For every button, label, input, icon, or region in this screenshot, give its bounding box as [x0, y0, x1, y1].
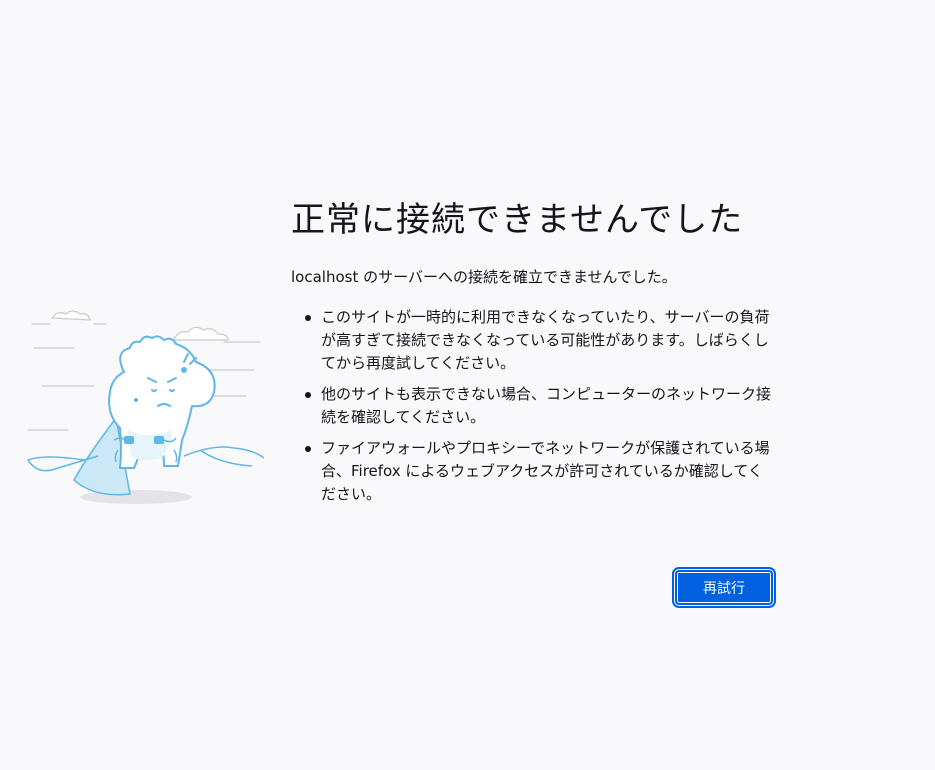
reasons-list: このサイトが一時的に利用できなくなっていたり、サーバーの負荷が高すぎて接続できな… — [291, 306, 775, 506]
error-page: 正常に接続できませんでした localhost のサーバーへの接続を確立できませ… — [0, 0, 935, 770]
retry-button[interactable]: 再試行 — [672, 567, 776, 608]
list-item: ファイアウォールやプロキシーでネットワークが保護されている場合、Firefox … — [305, 437, 775, 506]
error-content: 正常に接続できませんでした localhost のサーバーへの接続を確立できませ… — [291, 196, 775, 514]
disconnected-dino-icon — [24, 300, 265, 510]
page-title: 正常に接続できませんでした — [291, 200, 744, 240]
error-description: localhost のサーバーへの接続を確立できませんでした。 — [291, 268, 677, 286]
list-item: 他のサイトも表示できない場合、コンピューターのネットワーク接続を確認してください… — [305, 383, 775, 429]
list-item: このサイトが一時的に利用できなくなっていたり、サーバーの負荷が高すぎて接続できな… — [305, 306, 775, 375]
button-row: 再試行 — [672, 567, 776, 608]
